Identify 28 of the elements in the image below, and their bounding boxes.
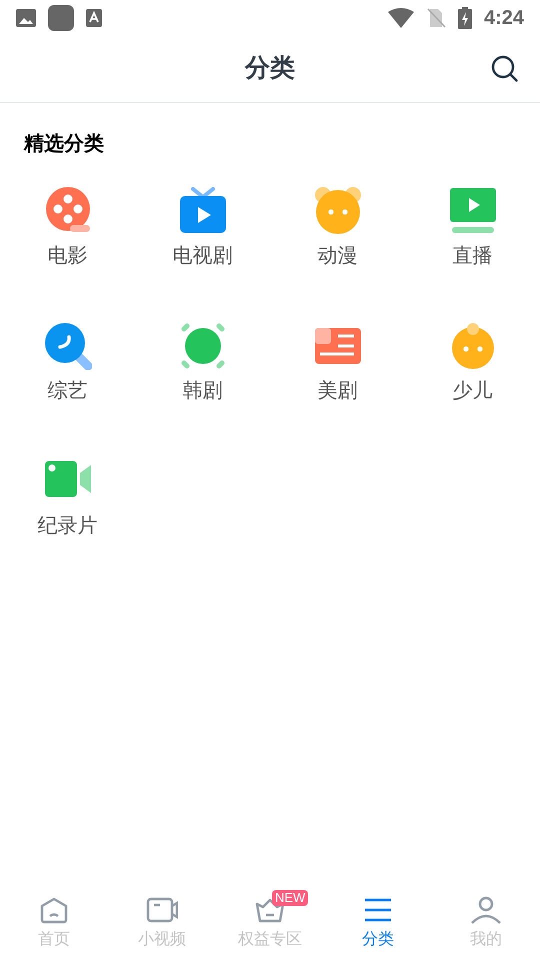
bear-face-icon bbox=[314, 187, 362, 235]
page-title: 分类 bbox=[245, 53, 295, 84]
section-title: 精选分类 bbox=[24, 133, 104, 155]
category-label[interactable]: 纪录片 bbox=[38, 511, 98, 541]
search-button[interactable] bbox=[490, 54, 520, 84]
nav-tab[interactable]: 分类 bbox=[324, 880, 432, 960]
status-time: 4:24 bbox=[484, 6, 524, 31]
category-label[interactable]: 综艺 bbox=[48, 376, 88, 406]
category-label[interactable]: 韩剧 bbox=[182, 376, 222, 406]
microphone-icon bbox=[44, 322, 92, 370]
category-label[interactable]: 电影 bbox=[48, 241, 88, 271]
category-label[interactable]: 直播 bbox=[452, 241, 492, 271]
film-reel-icon bbox=[44, 187, 92, 235]
image-icon bbox=[16, 9, 36, 27]
category-label[interactable]: 美剧 bbox=[318, 376, 358, 406]
play-screen-icon bbox=[448, 187, 496, 235]
tv-icon bbox=[178, 187, 226, 235]
category-label[interactable]: 少儿 bbox=[452, 376, 492, 406]
new-badge: NEW bbox=[272, 890, 308, 906]
category-label[interactable]: 电视剧 bbox=[172, 241, 232, 271]
user-icon bbox=[470, 894, 502, 926]
circle-frame-icon bbox=[178, 322, 226, 370]
font-icon bbox=[86, 9, 102, 27]
battery-charging-icon bbox=[458, 7, 472, 29]
app-icon bbox=[48, 5, 74, 31]
no-sim-icon bbox=[426, 8, 446, 28]
wifi-icon bbox=[388, 8, 414, 28]
category-label[interactable]: 动漫 bbox=[318, 241, 358, 271]
